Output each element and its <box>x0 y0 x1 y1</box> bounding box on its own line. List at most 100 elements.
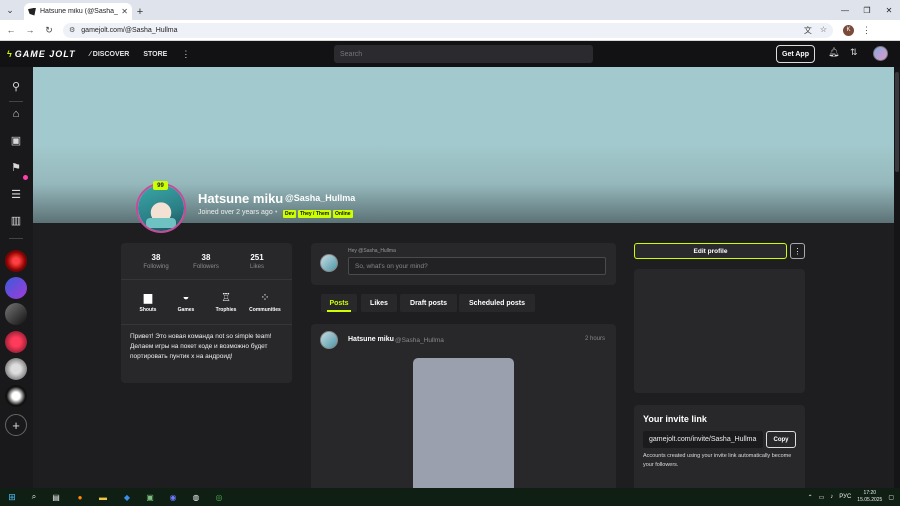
post-timestamp[interactable]: 2 hours <box>585 336 605 342</box>
clock-time: 17:20 <box>863 490 877 496</box>
browser-profile-avatar[interactable]: K <box>843 24 854 36</box>
profile-bio: Привет! Это новая команда not so simple … <box>130 333 272 360</box>
community-avatar[interactable] <box>5 385 27 407</box>
card-divider <box>121 324 292 325</box>
community-avatar[interactable] <box>5 331 27 353</box>
browser-menu-icon[interactable]: ⋮ <box>862 25 871 36</box>
file-explorer-icon[interactable]: ▬ <box>97 491 109 503</box>
sidebar-chat-icon[interactable]: ☰ <box>6 184 26 204</box>
quick-action-shouts[interactable]: ▆ Shouts <box>128 291 168 313</box>
nav-discover[interactable]: ⁄ DISCOVER <box>90 51 130 58</box>
quick-action-label: Communities <box>249 307 281 313</box>
logo-text: GAME JOLT <box>14 49 76 59</box>
user-avatar-menu[interactable] <box>873 46 888 61</box>
language-indicator[interactable]: РУС <box>839 494 851 500</box>
avatar-art-detail <box>146 218 176 228</box>
friends-icon[interactable]: ⇅ <box>850 47 858 58</box>
browser-tab-active[interactable]: Hatsune miku (@Sasha_Hullma ✕ <box>24 3 132 20</box>
sidebar-divider <box>9 238 23 239</box>
left-sidebar: ⚲ ⌂ ▣ ⚑ ☰ ▥ + <box>0 67 33 488</box>
sidebar-shop-icon[interactable]: ⌂ <box>6 104 26 124</box>
community-avatar[interactable] <box>5 358 27 380</box>
get-app-button[interactable]: Get App <box>776 45 815 63</box>
tab-close-icon[interactable]: ✕ <box>121 7 128 16</box>
network-icon[interactable]: ▭ <box>819 494 825 501</box>
community-avatar[interactable] <box>5 303 27 325</box>
taskbar-clock[interactable]: 17:20 15.05.2025 <box>857 490 882 504</box>
edit-profile-button[interactable]: Edit profile <box>634 243 787 259</box>
sidebar-backpack-icon[interactable]: ▣ <box>6 130 26 150</box>
profile-username: @Sasha_Hullma <box>285 193 356 203</box>
address-bar[interactable]: ⚙ gamejolt.com/@Sasha_Hullma 文 ☆ <box>63 22 833 38</box>
tab-scheduled-posts[interactable]: Scheduled posts <box>459 294 535 312</box>
card-divider <box>121 279 292 280</box>
bookmark-star-icon[interactable]: ☆ <box>820 25 827 36</box>
invite-note: Accounts created using your invite link … <box>643 453 792 468</box>
app-icon[interactable]: ◆ <box>121 491 133 503</box>
stat-followers-label: Followers <box>193 264 219 270</box>
sidebar-library-icon[interactable]: ▥ <box>6 210 26 230</box>
search-input[interactable]: Search <box>334 45 593 63</box>
app-icon[interactable]: ◍ <box>190 491 202 503</box>
copy-invite-button[interactable]: Copy <box>766 431 796 448</box>
notification-center-icon[interactable]: ▢ <box>888 494 894 501</box>
add-community-icon[interactable]: + <box>5 414 27 436</box>
quick-action-trophies[interactable]: ♖ Trophies <box>206 291 246 313</box>
volume-icon[interactable]: ♪ <box>830 494 833 500</box>
chrome-icon[interactable]: ◎ <box>213 491 225 503</box>
scrollbar-thumb[interactable] <box>895 72 899 172</box>
profile-display-name: Hatsune miku <box>198 191 284 206</box>
tab-draft-posts[interactable]: Draft posts <box>400 294 457 312</box>
site-info-icon[interactable]: ⚙ <box>69 26 75 34</box>
windows-start-icon[interactable]: ⊞ <box>6 491 18 503</box>
notifications-bell-icon[interactable]: 🔔︎ <box>828 47 839 58</box>
translate-icon[interactable]: 文 <box>804 25 812 36</box>
post-author-avatar[interactable] <box>320 331 338 349</box>
page-scrollbar[interactable] <box>894 67 900 488</box>
community-avatar[interactable] <box>5 250 27 272</box>
invite-link-field[interactable]: gamejolt.com/invite/Sasha_Hullma <box>643 431 763 448</box>
quick-action-label: Games <box>177 307 195 313</box>
firefox-icon[interactable]: ● <box>74 491 86 503</box>
quick-action-games[interactable]: ◒ Games <box>166 291 206 313</box>
nav-more-icon[interactable]: ⋮ <box>181 49 190 60</box>
task-view-icon[interactable]: ▤ <box>50 491 62 503</box>
trophy-icon: ♖ <box>221 292 231 304</box>
profile-more-button[interactable]: ⋮ <box>790 243 805 259</box>
nav-discover-label: DISCOVER <box>92 50 130 58</box>
sidebar-profile-icon[interactable]: ⚲ <box>6 76 26 96</box>
profile-avatar[interactable] <box>136 183 186 233</box>
tray-expand-icon[interactable]: ⌃ <box>808 494 813 501</box>
sidebar-divider <box>9 101 23 102</box>
post-media-image[interactable] <box>413 358 514 488</box>
back-icon[interactable]: ← <box>3 22 19 38</box>
maximize-icon[interactable]: ❐ <box>856 0 878 20</box>
quick-action-communities[interactable]: ⁘ Communities <box>245 291 285 313</box>
discord-icon[interactable]: ◉ <box>167 491 179 503</box>
shouts-icon: ▆ <box>143 292 153 304</box>
stat-followers[interactable]: 38 Followers <box>184 253 228 270</box>
window-controls: — ❐ ✕ <box>834 0 900 20</box>
composer-input[interactable]: So, what's on your mind? <box>348 257 606 275</box>
address-url[interactable]: gamejolt.com/@Sasha_Hullma <box>81 27 804 34</box>
tab-posts[interactable]: Posts <box>321 294 357 312</box>
sidebar-quests-icon[interactable]: ⚑ <box>6 157 26 177</box>
profile-joined-date: Joined over 2 years ago <box>198 209 273 216</box>
tab-likes[interactable]: Likes <box>361 294 397 312</box>
forward-icon[interactable]: → <box>22 22 38 38</box>
community-avatar[interactable] <box>5 277 27 299</box>
gamejolt-logo[interactable]: ϟ GAME JOLT <box>7 49 76 59</box>
post-author-name[interactable]: Hatsune miku <box>348 336 394 343</box>
stat-likes[interactable]: 251 Likes <box>235 253 279 270</box>
nav-store[interactable]: STORE <box>143 51 167 58</box>
app-icon[interactable]: ▣ <box>144 491 156 503</box>
tab-search-icon[interactable]: ⌄ <box>0 0 20 20</box>
close-window-icon[interactable]: ✕ <box>878 0 900 20</box>
new-tab-button[interactable]: + <box>132 3 148 20</box>
taskbar-search-icon[interactable]: ⌕ <box>28 491 40 503</box>
minimize-icon[interactable]: — <box>834 0 856 20</box>
reload-icon[interactable]: ↻ <box>41 22 57 38</box>
stat-following[interactable]: 38 Following <box>134 253 178 270</box>
profile-page: 99 Hatsune miku @Sasha_Hullma Joined ove… <box>33 67 900 488</box>
post-author-username[interactable]: @Sasha_Hullma <box>395 337 444 344</box>
